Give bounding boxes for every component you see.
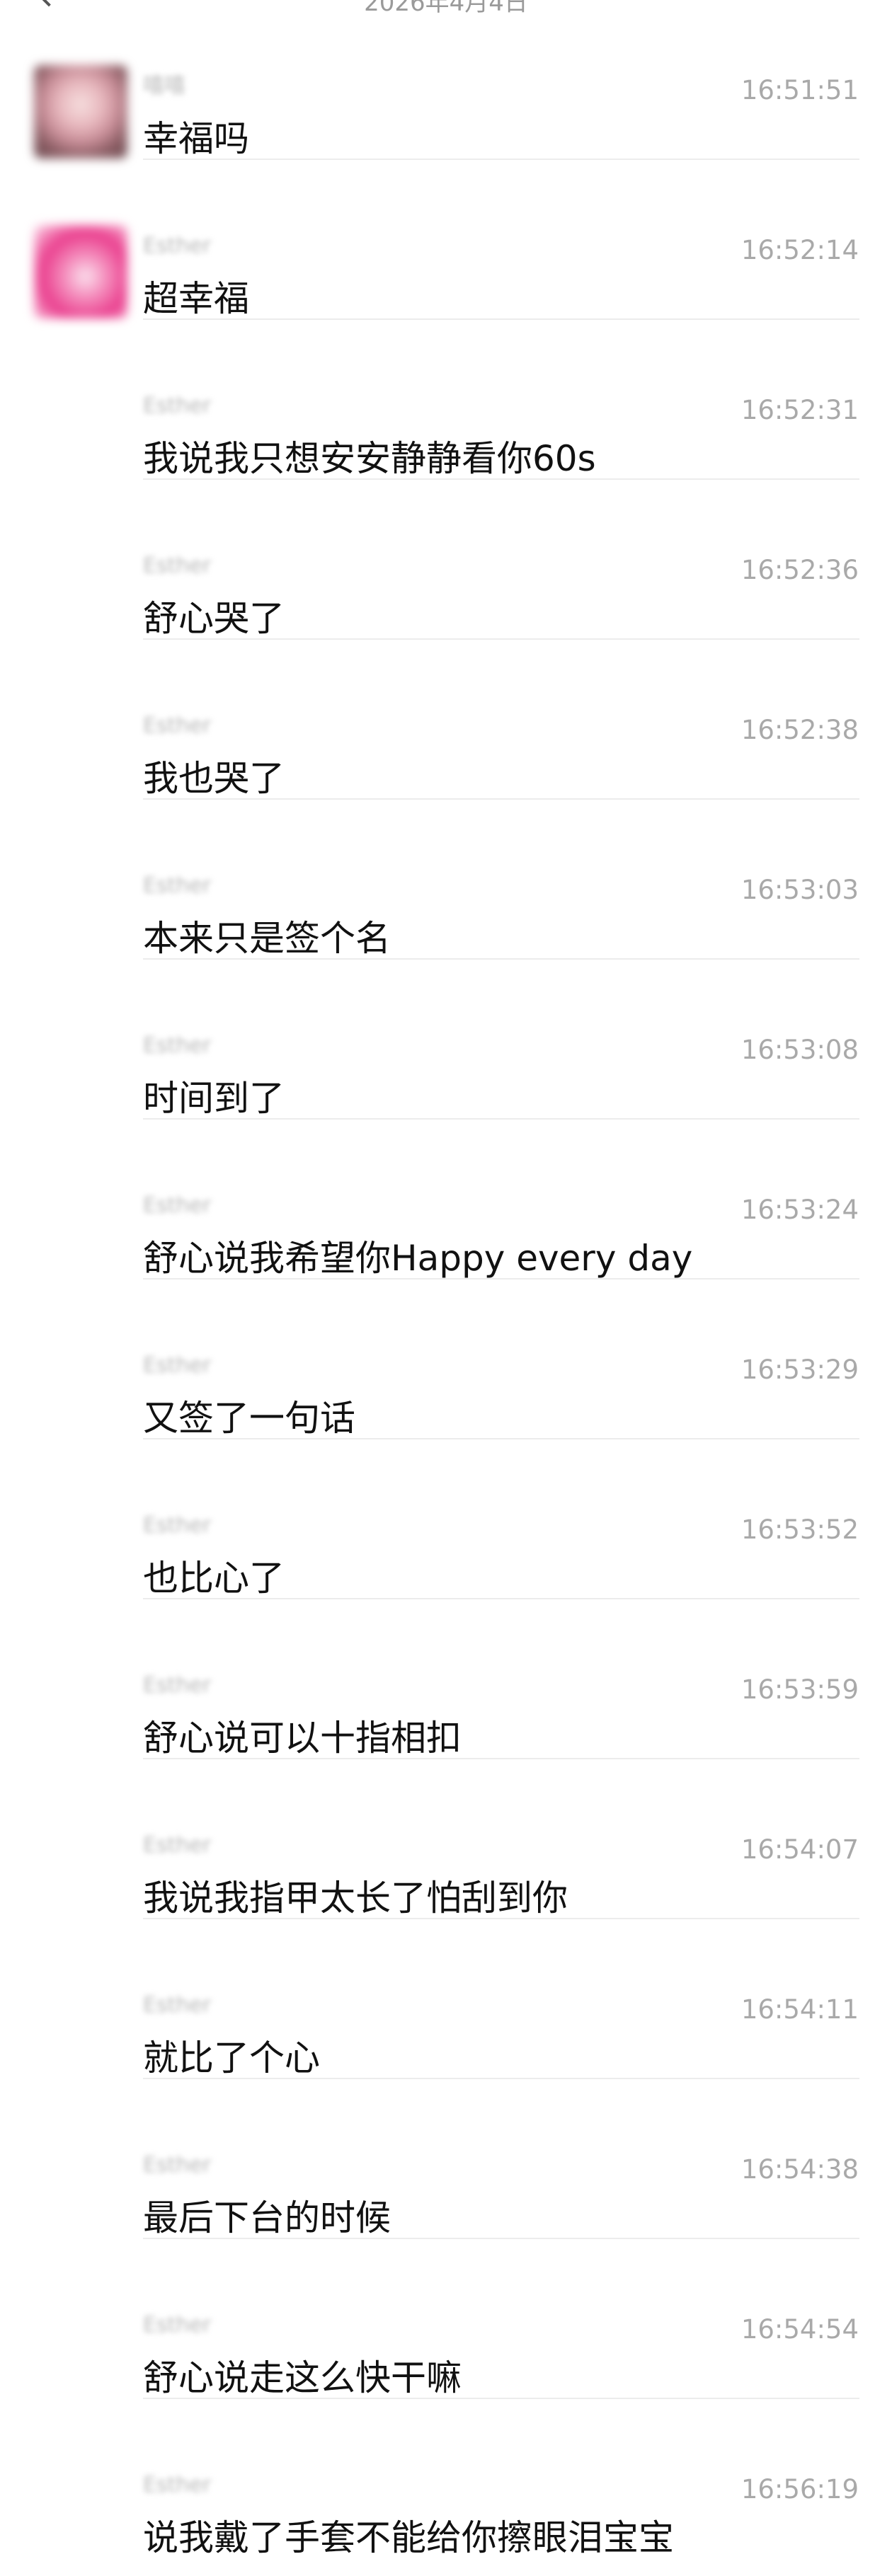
message-time: 16:53:29 <box>741 1355 859 1385</box>
sender-name: Esther <box>143 1833 212 1858</box>
sender-name: Esther <box>143 873 212 898</box>
sender-name: Esther <box>143 1033 212 1058</box>
message-time: 16:52:14 <box>741 235 859 265</box>
message-time: 16:54:38 <box>741 2154 859 2185</box>
message-time: 16:54:11 <box>741 1994 859 2025</box>
sender-name: Esther <box>143 1673 212 1698</box>
message-row[interactable]: Esther 16:56:19 说我戴了手套不能给你擦眼泪宝宝 <box>0 2399 892 2559</box>
message-row[interactable]: Esther 16:52:38 我也哭了 <box>0 640 892 800</box>
sender-name: Esther <box>143 393 212 418</box>
message-text[interactable]: 我也哭了 <box>143 756 285 801</box>
message-row[interactable]: Esther 16:53:24 舒心说我希望你Happy every day <box>0 1120 892 1280</box>
avatar[interactable] <box>34 225 127 318</box>
sender-name: Esther <box>143 2473 212 2497</box>
sender-name: Esther <box>143 234 212 258</box>
sender-name: Esther <box>143 1993 212 2018</box>
message-time: 16:53:59 <box>741 1674 859 1705</box>
message-text[interactable]: 我说我指甲太长了怕刮到你 <box>143 1875 568 1921</box>
message-row[interactable]: Esther 16:52:36 舒心哭了 <box>0 480 892 640</box>
message-list[interactable]: 嘻嘻 16:51:51 幸福吗 Esther 16:52:14 超幸福 Esther 16:5… <box>0 0 892 2576</box>
message-text[interactable]: 舒心说我希望你Happy every day <box>143 1236 692 1281</box>
sender-name: 嘻嘻 <box>143 74 185 98</box>
message-time: 16:53:24 <box>741 1195 859 1225</box>
sender-name: Esther <box>143 553 212 578</box>
message-text[interactable]: 我说我只想安安静静看你60s <box>143 436 596 481</box>
message-row[interactable]: Esther 16:54:54 舒心说走这么快干嘛 <box>0 2239 892 2399</box>
message-row[interactable]: Esther 16:52:31 我说我只想安安静静看你60s <box>0 320 892 480</box>
message-time: 16:52:31 <box>741 395 859 425</box>
message-time: 16:51:51 <box>741 75 859 105</box>
sender-name: Esther <box>143 1353 212 1378</box>
message-time: 16:54:07 <box>741 1834 859 1865</box>
message-row[interactable]: Esther 16:53:52 也比心了 <box>0 1439 892 1599</box>
avatar[interactable] <box>34 65 127 159</box>
message-text[interactable]: 舒心说可以十指相扣 <box>143 1715 462 1761</box>
message-time: 16:54:54 <box>741 2314 859 2345</box>
message-text[interactable]: 舒心哭了 <box>143 596 285 641</box>
message-row[interactable]: Esther 16:54:11 就比了个心 <box>0 1919 892 2079</box>
message-time: 16:52:38 <box>741 715 859 745</box>
message-text[interactable]: 最后下台的时候 <box>143 2195 391 2241</box>
message-row[interactable]: Esther 16:53:29 又签了一句话 <box>0 1280 892 1439</box>
message-row[interactable]: 嘻嘻 16:51:51 幸福吗 <box>0 0 892 160</box>
message-text[interactable]: 本来只是签个名 <box>143 916 391 961</box>
sender-name: Esther <box>143 1513 212 1538</box>
message-time: 16:56:19 <box>741 2474 859 2505</box>
message-row[interactable]: Esther 16:54:07 我说我指甲太长了怕刮到你 <box>0 1759 892 1919</box>
message-text[interactable]: 幸福吗 <box>143 116 249 161</box>
message-row[interactable]: Esther 16:52:14 超幸福 <box>0 160 892 320</box>
sender-name: Esther <box>143 1193 212 1218</box>
message-row[interactable]: Esther 16:53:03 本来只是签个名 <box>0 800 892 960</box>
message-time: 16:53:03 <box>741 875 859 905</box>
message-text[interactable]: 又签了一句话 <box>143 1396 355 1441</box>
sender-name: Esther <box>143 2153 212 2178</box>
message-text[interactable]: 就比了个心 <box>143 2035 320 2081</box>
message-time: 16:53:08 <box>741 1035 859 1065</box>
message-text[interactable]: 也比心了 <box>143 1556 285 1601</box>
message-time: 16:53:52 <box>741 1514 859 1545</box>
message-row[interactable]: Esther 16:53:08 时间到了 <box>0 960 892 1120</box>
message-text[interactable]: 舒心说走这么快干嘛 <box>143 2355 462 2400</box>
sender-name: Esther <box>143 2313 212 2338</box>
message-row[interactable]: Esther 16:53:59 舒心说可以十指相扣 <box>0 1599 892 1759</box>
message-text[interactable]: 超幸福 <box>143 276 249 321</box>
message-time: 16:52:36 <box>741 555 859 585</box>
message-text[interactable]: 说我戴了手套不能给你擦眼泪宝宝 <box>143 2515 674 2560</box>
message-row[interactable]: Esther 16:54:38 最后下台的时候 <box>0 2079 892 2239</box>
message-text[interactable]: 时间到了 <box>143 1076 285 1121</box>
sender-name: Esther <box>143 713 212 738</box>
